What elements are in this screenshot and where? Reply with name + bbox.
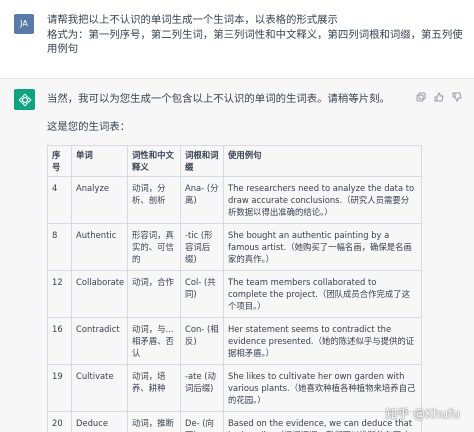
user-message-line: 格式为：第一列序号，第二列生词，第三列词性和中文释义，第四列词根和词缀，第五列使: [47, 28, 463, 41]
assistant-message-block: 当然，我可以为您生成一个包含以上不认识的单词的生词表。请稍等片刻。 这是您的生词…: [0, 78, 474, 432]
cell-word: Contradict: [71, 317, 128, 365]
cell-root-affix: -ate (动词后缀): [180, 364, 224, 412]
thumbs-up-icon[interactable]: [434, 92, 444, 102]
cell-word: Cultivate: [71, 364, 128, 412]
user-message-line: 用例句: [47, 43, 79, 55]
vocabulary-table: 序号 单词 词性和中文释义 词根和词缀 使用例句 4 Analyze 动词，分析…: [47, 145, 422, 432]
user-message-text: 请帮我把以上不认识的单词生成一个生词本，以表格的形式展示 格式为：第一列序号，第…: [47, 13, 463, 57]
cell-index: 4: [47, 176, 72, 224]
cell-index: 8: [47, 223, 72, 271]
table-row: 12 Collaborate 动词，合作 Col- (共同) The team …: [47, 270, 422, 318]
cell-example: The team members collaborated to complet…: [223, 270, 422, 318]
cell-pos-meaning: 动词，合作: [127, 270, 181, 318]
cell-index: 16: [47, 317, 72, 365]
table-row: 16 Contradict 动词，与...相矛盾、否认 Con- (相反) He…: [47, 317, 422, 365]
assistant-intro-text: 当然，我可以为您生成一个包含以上不认识的单词的生词表。请稍等片刻。: [47, 93, 390, 105]
cell-index: 20: [47, 411, 72, 432]
cell-word: Collaborate: [71, 270, 128, 318]
table-row: 4 Analyze 动词，分析、剖析 Ana- (分离) The researc…: [47, 176, 422, 224]
user-avatar: JA: [14, 14, 34, 34]
table-row: 20 Deduce 动词，推断 De- (向下) Based on the ev…: [47, 411, 422, 432]
copy-icon[interactable]: [416, 92, 426, 102]
zhihu-watermark: 知乎 @Khufu: [385, 407, 460, 421]
table-row: 19 Cultivate 动词，培养、耕种 -ate (动词后缀) She li…: [47, 364, 422, 412]
header-index: 序号: [47, 145, 72, 177]
header-word: 单词: [71, 145, 128, 177]
header-root-affix: 词根和词缀: [180, 145, 224, 177]
cell-word: Authentic: [71, 223, 128, 271]
header-pos-meaning: 词性和中文释义: [127, 145, 181, 177]
chatgpt-logo-icon: [14, 89, 35, 110]
cell-root-affix: -tic (形容词后缀): [180, 223, 224, 271]
cell-pos-meaning: 动词，分析、剖析: [127, 176, 181, 224]
user-message-block: JA 请帮我把以上不认识的单词生成一个生词本，以表格的形式展示 格式为：第一列序…: [0, 0, 474, 78]
cell-root-affix: Col- (共同): [180, 270, 224, 318]
message-actions: [416, 92, 462, 102]
cell-word: Deduce: [71, 411, 128, 432]
cell-pos-meaning: 动词，培养、耕种: [127, 364, 181, 412]
table-row: 8 Authentic 形容词，真实的、可信的 -tic (形容词后缀) She…: [47, 223, 422, 271]
assistant-subtitle: 这是您的生词表：: [47, 121, 131, 133]
cell-root-affix: De- (向下): [180, 411, 224, 432]
cell-pos-meaning: 动词，推断: [127, 411, 181, 432]
cell-example: She bought an authentic painting by a fa…: [223, 223, 422, 271]
cell-word: Analyze: [71, 176, 128, 224]
header-example: 使用例句: [223, 145, 422, 177]
user-message-line: 请帮我把以上不认识的单词生成一个生词本，以表格的形式展示: [47, 14, 338, 26]
cell-example: The researchers need to analyze the data…: [223, 176, 422, 224]
cell-root-affix: Con- (相反): [180, 317, 224, 365]
cell-pos-meaning: 形容词，真实的、可信的: [127, 223, 181, 271]
cell-index: 12: [47, 270, 72, 318]
thumbs-down-icon[interactable]: [452, 92, 462, 102]
cell-example: Her statement seems to contradict the ev…: [223, 317, 422, 365]
cell-index: 19: [47, 364, 72, 412]
cell-pos-meaning: 动词，与...相矛盾、否认: [127, 317, 181, 365]
cell-root-affix: Ana- (分离): [180, 176, 224, 224]
table-header-row: 序号 单词 词性和中文释义 词根和词缀 使用例句: [47, 145, 422, 177]
